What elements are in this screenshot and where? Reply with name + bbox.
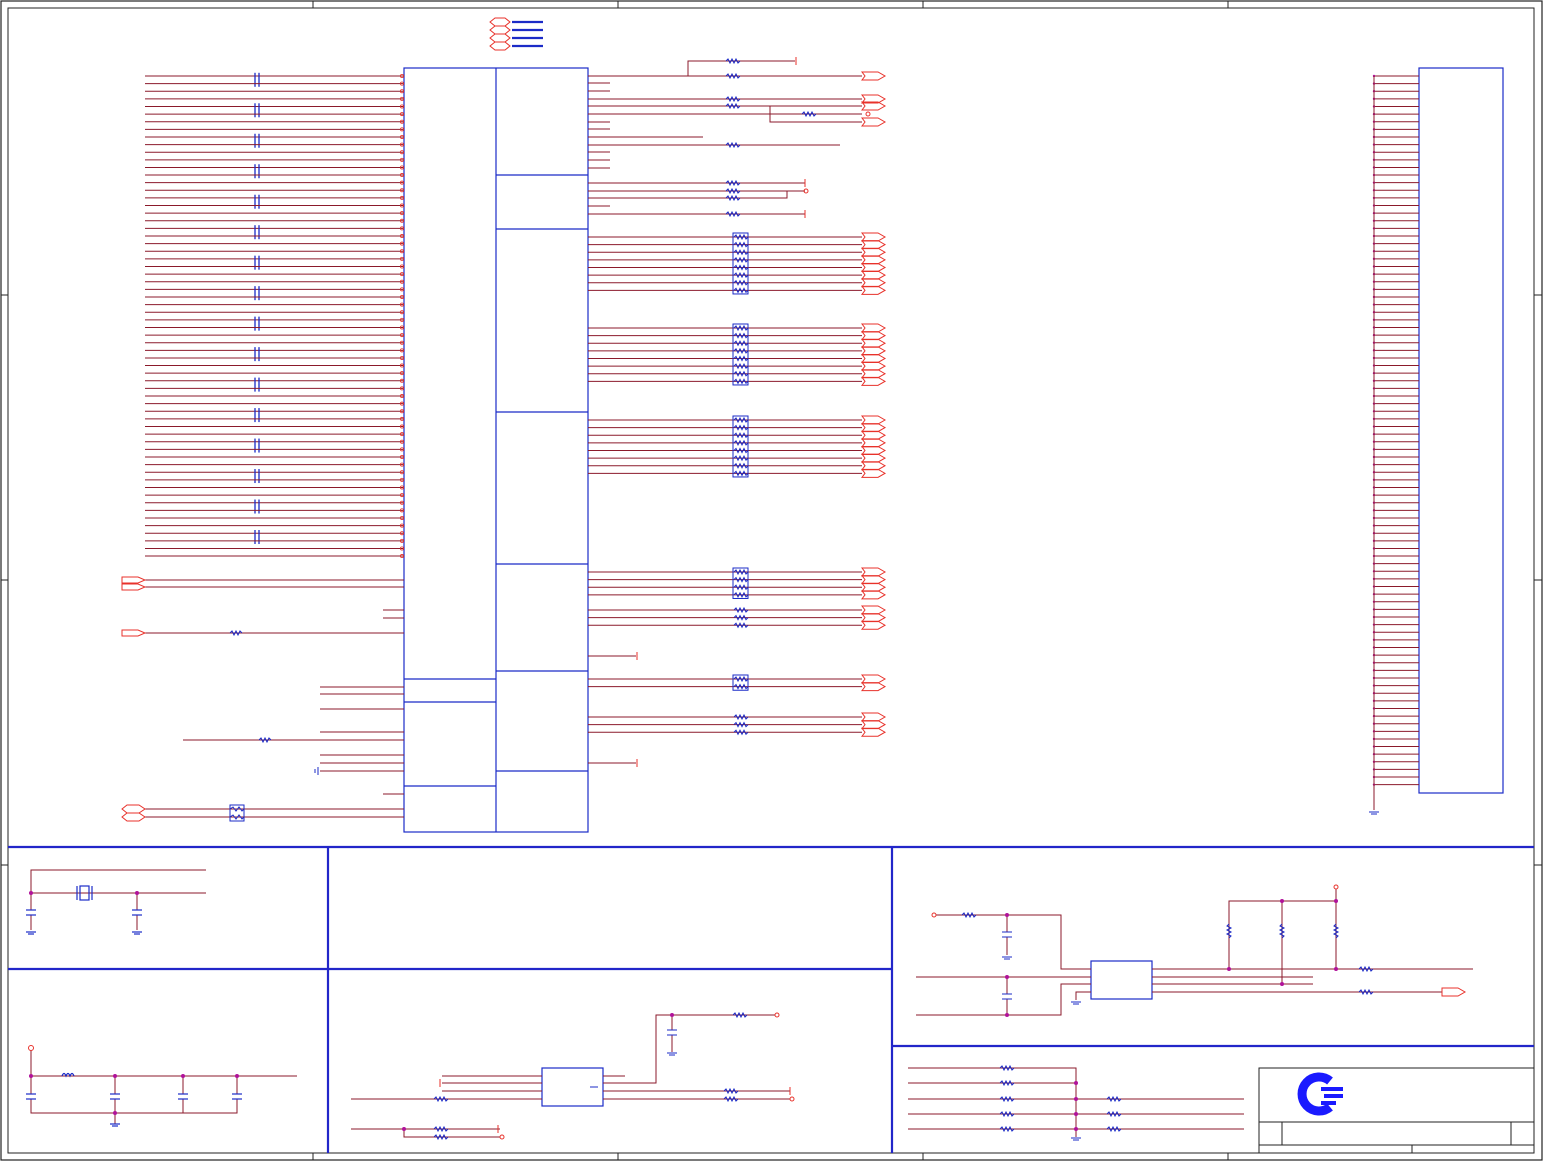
net-port <box>861 346 887 356</box>
net-port <box>861 674 887 684</box>
net-port <box>861 270 887 280</box>
left-lower-ports <box>121 576 147 822</box>
pullup-resistor-block <box>908 1064 1244 1141</box>
net-port <box>861 438 887 448</box>
net-port <box>861 582 887 592</box>
schematic-sheet <box>0 0 1543 1161</box>
company-logo-c-icon <box>1297 1072 1343 1116</box>
net-port <box>861 240 887 250</box>
crystal-oscillator-block <box>26 869 206 935</box>
net-port <box>861 575 887 585</box>
net-port <box>861 285 887 295</box>
ic-top-right-components <box>725 57 817 218</box>
net-port <box>861 567 887 577</box>
net-port <box>861 468 887 478</box>
net-port <box>861 613 887 623</box>
net-port <box>861 461 887 471</box>
title-block <box>1258 1067 1535 1154</box>
left-lower-components <box>229 629 319 822</box>
net-port <box>861 278 887 288</box>
net-port <box>861 430 887 440</box>
connector-pins <box>1369 74 1419 815</box>
net-port <box>861 247 887 257</box>
right-signal-nets <box>588 232 887 737</box>
net-port <box>861 453 887 463</box>
net-port <box>861 682 887 692</box>
net-port <box>861 712 887 722</box>
net-port <box>861 720 887 730</box>
net-port <box>861 369 887 379</box>
net-port <box>861 255 887 265</box>
net-port <box>861 262 887 272</box>
left-signal-bus <box>145 72 404 559</box>
schematic-canvas <box>0 0 1543 1161</box>
right-connector <box>1418 67 1504 794</box>
net-port <box>861 423 887 433</box>
net-port <box>861 232 887 242</box>
ic-top-right-grounds <box>636 57 809 767</box>
net-port <box>861 445 887 455</box>
main-ic <box>403 67 589 833</box>
net-port <box>861 338 887 348</box>
ic-top-right-ports <box>861 71 887 127</box>
net-port <box>861 353 887 363</box>
net-port <box>861 323 887 333</box>
left-lower-signals <box>145 579 404 818</box>
net-port <box>861 727 887 737</box>
reset-circuit-block <box>351 1011 795 1141</box>
net-port <box>861 376 887 386</box>
net-port <box>861 331 887 341</box>
ic-top-right-nets <box>588 60 862 764</box>
net-port <box>861 620 887 630</box>
net-port <box>861 590 887 600</box>
net-port <box>861 605 887 615</box>
net-port <box>861 361 887 371</box>
regulator-block <box>916 884 1473 1017</box>
legend-symbols <box>489 17 543 51</box>
power-filter-block <box>26 1045 297 1127</box>
net-port <box>861 415 887 425</box>
